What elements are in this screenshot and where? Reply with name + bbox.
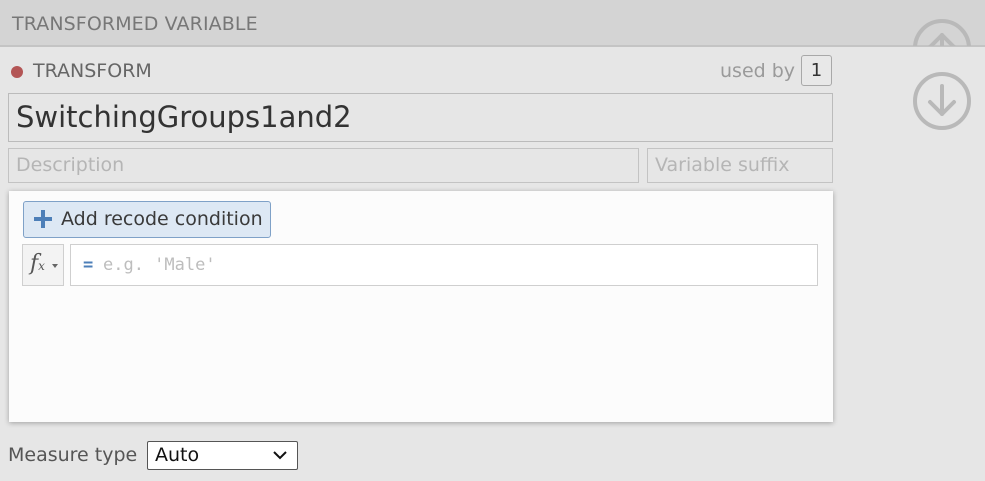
- recode-panel: Add recode condition fx = e.g. 'Male': [9, 191, 833, 422]
- formula-input[interactable]: = e.g. 'Male': [70, 244, 818, 286]
- formula-placeholder: e.g. 'Male': [103, 255, 216, 275]
- transform-label: TRANSFORM: [33, 60, 152, 82]
- equals-sign: =: [83, 255, 94, 275]
- description-input[interactable]: Description: [8, 148, 639, 183]
- arrow-down-circle-icon: [928, 84, 956, 116]
- measure-type-value: Auto: [155, 444, 200, 466]
- caret-down-icon: [52, 264, 58, 268]
- plus-icon: [34, 210, 52, 228]
- add-recode-label: Add recode condition: [61, 208, 263, 230]
- section-title: TRANSFORMED VARIABLE: [12, 13, 258, 35]
- used-by-label: used by: [720, 60, 796, 82]
- add-recode-condition-button[interactable]: Add recode condition: [23, 201, 271, 238]
- used-by-count-badge[interactable]: 1: [801, 55, 832, 86]
- measure-type-select[interactable]: Auto: [147, 441, 298, 470]
- arrow-up-circle-icon: [928, 33, 956, 46]
- transform-name-input[interactable]: SwitchingGroups1and2: [8, 93, 833, 142]
- chevron-down-icon: [273, 451, 287, 460]
- move-down-button[interactable]: [913, 72, 971, 130]
- status-dot-icon: [11, 66, 23, 78]
- function-icon: fx: [30, 251, 45, 276]
- function-menu-button[interactable]: fx: [22, 244, 64, 286]
- header-bar: TRANSFORMED VARIABLE: [0, 0, 985, 47]
- move-up-button[interactable]: [913, 19, 971, 46]
- variable-suffix-input[interactable]: Variable suffix: [647, 148, 833, 183]
- measure-type-label: Measure type: [8, 444, 138, 466]
